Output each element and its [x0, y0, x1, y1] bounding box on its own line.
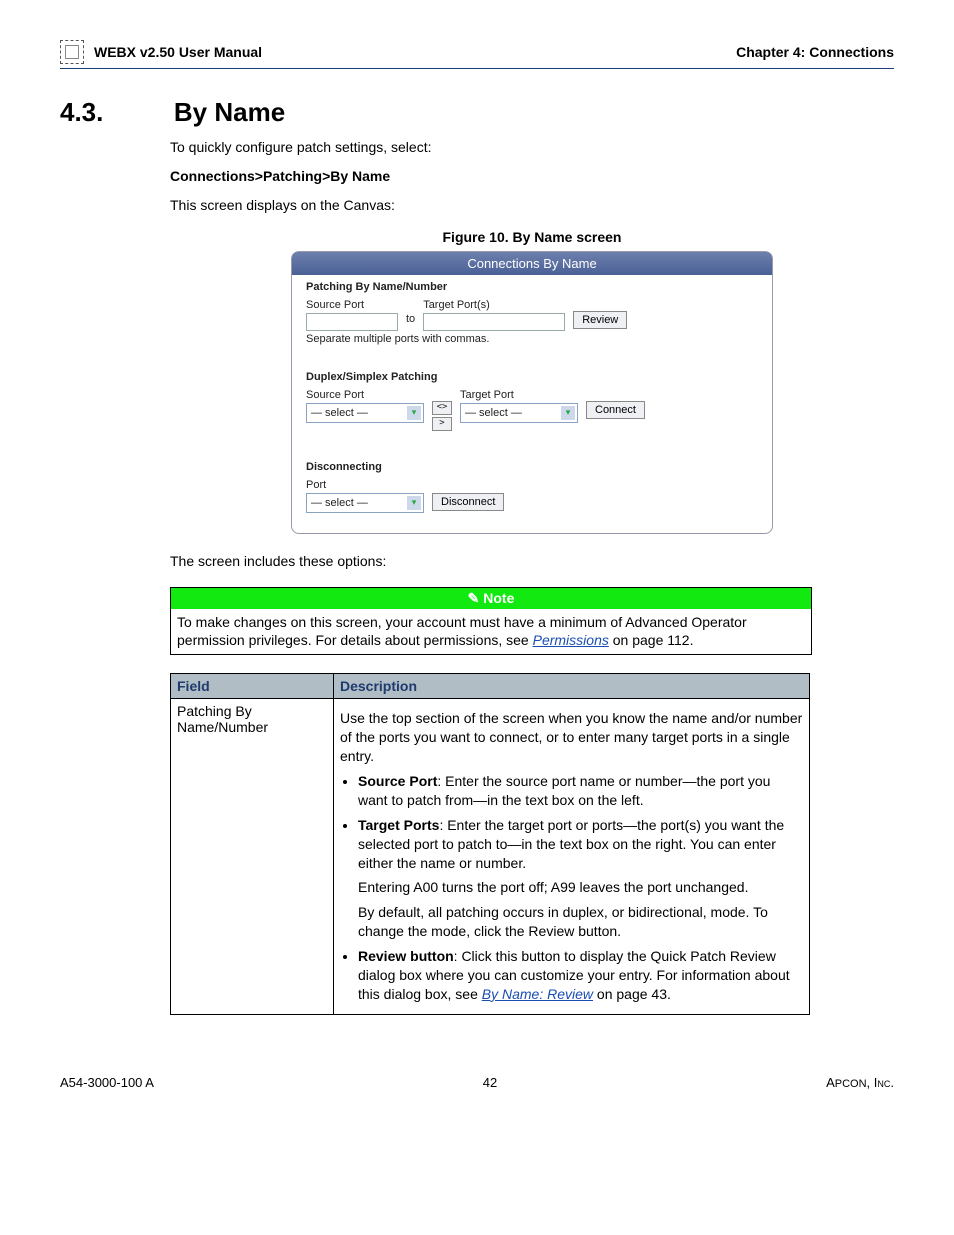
right-arrow-button[interactable]: > [432, 417, 452, 431]
by-name-review-link[interactable]: By Name: Review [482, 986, 593, 1002]
note-box: ✎ Note To make changes on this screen, y… [170, 587, 812, 656]
ss-title-bar: Connections By Name [292, 252, 772, 275]
footer-page-number: 42 [154, 1075, 826, 1090]
source-port-input[interactable] [306, 313, 398, 331]
canvas-text: This screen displays on the Canvas: [170, 196, 894, 215]
doc-chip-icon [60, 40, 84, 64]
chevron-down-icon: ▾ [407, 406, 421, 420]
to-label: to [406, 299, 415, 325]
breadcrumb-path: Connections>Patching>By Name [170, 167, 894, 186]
permissions-link[interactable]: Permissions [533, 632, 609, 648]
footer-left: A54-3000-100 A [60, 1075, 154, 1090]
intro-text: To quickly configure patch settings, sel… [170, 138, 894, 157]
note-body: To make changes on this screen, your acc… [171, 609, 811, 655]
ss-source-label: Source Port [306, 299, 398, 311]
th-description: Description [334, 674, 810, 699]
ss-disc-heading: Disconnecting [306, 461, 758, 473]
body-content: To quickly configure patch settings, sel… [170, 138, 894, 1015]
header-right: Chapter 4: Connections [736, 44, 894, 60]
chevron-down-icon: ▾ [561, 406, 575, 420]
ss-disc-port-label: Port [306, 479, 504, 491]
chevron-down-icon: ▾ [407, 496, 421, 510]
ss-target-label: Target Port(s) [423, 299, 565, 311]
dup-target-select[interactable]: — select — ▾ [460, 403, 578, 423]
page-footer: A54-3000-100 A 42 APCON, Inc. [60, 1075, 894, 1090]
embedded-screenshot: Connections By Name Patching By Name/Num… [291, 251, 773, 534]
note-icon: ✎ [468, 590, 484, 606]
section-title: By Name [174, 97, 285, 128]
connect-button[interactable]: Connect [586, 401, 645, 419]
section-number: 4.3. [60, 97, 170, 128]
dup-source-select[interactable]: — select — ▾ [306, 403, 424, 423]
options-intro: The screen includes these options: [170, 552, 894, 571]
ss-hint: Separate multiple ports with commas. [306, 333, 758, 345]
section-heading: 4.3. By Name [60, 97, 894, 128]
ss-duplex-heading: Duplex/Simplex Patching [306, 371, 758, 383]
footer-right: APCON, Inc. [826, 1075, 894, 1090]
target-ports-input[interactable] [423, 313, 565, 331]
td-description: Use the top section of the screen when y… [334, 699, 810, 1014]
figure-caption: Figure 10. By Name screen [170, 229, 894, 245]
ss-dup-source-label: Source Port [306, 389, 424, 401]
bidirectional-button[interactable]: <> [432, 401, 452, 415]
review-button[interactable]: Review [573, 311, 627, 329]
disconnect-button[interactable]: Disconnect [432, 493, 504, 511]
ss-patchnn-heading: Patching By Name/Number [306, 281, 758, 293]
td-field-name: Patching By Name/Number [171, 699, 334, 1014]
page-header: WEBX v2.50 User Manual Chapter 4: Connec… [60, 40, 894, 69]
field-description-table: Field Description Patching By Name/Numbe… [170, 673, 810, 1014]
disc-port-select[interactable]: — select — ▾ [306, 493, 424, 513]
note-header: ✎ Note [171, 588, 811, 609]
th-field: Field [171, 674, 334, 699]
ss-dup-target-label: Target Port [460, 389, 578, 401]
header-left: WEBX v2.50 User Manual [94, 44, 262, 60]
